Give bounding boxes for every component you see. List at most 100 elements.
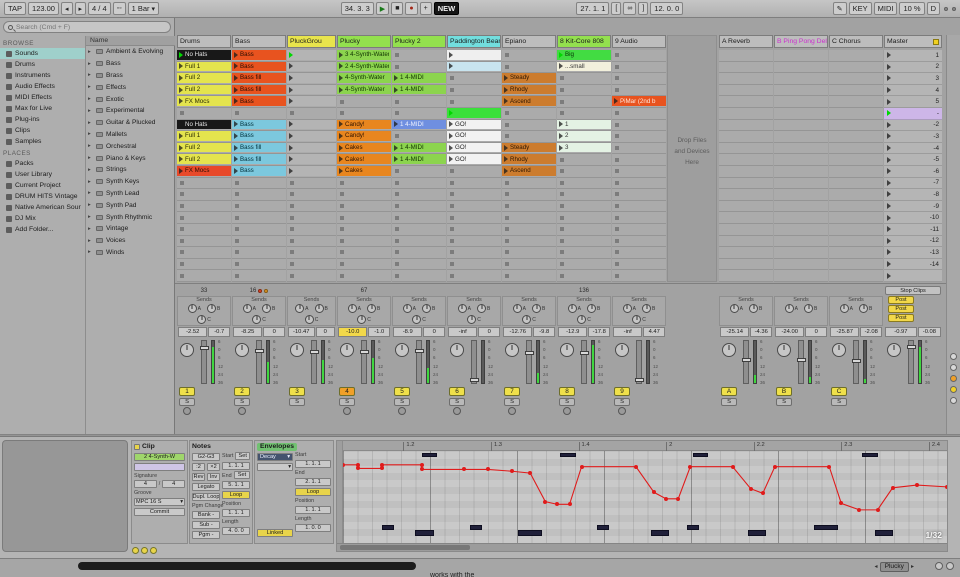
send-knob-icon[interactable] — [587, 304, 596, 313]
sub-bank-chooser[interactable]: Sub - — [192, 521, 220, 529]
clip-stop-button[interactable] — [450, 169, 454, 173]
clip-play-icon[interactable] — [234, 98, 238, 104]
clip-stop-button[interactable] — [560, 76, 564, 80]
clip-play-icon[interactable] — [394, 145, 398, 151]
clip[interactable]: Cakes! — [337, 154, 391, 164]
sidebar-item-samples[interactable]: Samples — [0, 136, 85, 147]
clip-play-icon[interactable] — [179, 98, 183, 104]
clip-slot[interactable] — [337, 178, 391, 190]
clip-play-icon[interactable] — [394, 87, 398, 93]
clip-slot[interactable] — [612, 131, 666, 143]
clip[interactable]: Steady — [502, 143, 556, 153]
expand-triangle-icon[interactable]: ▸ — [88, 143, 93, 149]
clip-slot[interactable] — [447, 247, 501, 259]
clip-slot[interactable] — [392, 62, 446, 74]
clip-play-icon[interactable] — [234, 133, 238, 139]
clip[interactable]: ...small — [557, 62, 611, 72]
clip[interactable]: 1 — [557, 120, 611, 130]
pan-knob[interactable] — [832, 343, 846, 357]
clip-slot[interactable] — [392, 224, 446, 236]
post-toggle[interactable]: Post — [888, 305, 914, 313]
volume-value[interactable]: -8.9 — [393, 327, 422, 337]
browser-folder-row[interactable]: ▸Synth Keys — [86, 176, 175, 188]
browser-folder-row[interactable]: ▸Effects — [86, 81, 175, 93]
browser-search[interactable] — [3, 21, 171, 33]
clip-slot[interactable] — [232, 178, 286, 190]
clip-slot[interactable] — [502, 224, 556, 236]
clip-slot[interactable]: GO! — [447, 120, 501, 132]
clip-play-icon[interactable] — [559, 133, 563, 139]
send-knob-icon[interactable] — [467, 315, 476, 324]
clip-slot[interactable] — [502, 236, 556, 248]
clip-stop-button[interactable] — [290, 239, 294, 243]
clip-play-icon[interactable] — [179, 145, 183, 151]
volume-fader[interactable] — [311, 340, 317, 384]
scene-play-icon[interactable] — [887, 215, 891, 221]
clip-slot[interactable] — [557, 259, 611, 271]
envelope-breakpoint[interactable] — [915, 483, 919, 487]
clip[interactable]: Candy! — [337, 131, 391, 141]
send-knob-icon[interactable] — [197, 315, 206, 324]
scene-play-icon[interactable] — [887, 145, 891, 151]
clip-stop-button[interactable] — [450, 239, 454, 243]
scene-play-icon[interactable] — [887, 238, 891, 244]
scene-slot[interactable]: 2 — [884, 62, 942, 74]
clip-play-icon[interactable] — [339, 63, 343, 69]
scene-slot[interactable]: 3 — [884, 73, 942, 85]
clip-stop-button[interactable] — [615, 250, 619, 254]
clip-slot[interactable]: Bass — [232, 50, 286, 62]
clip-slot[interactable] — [337, 96, 391, 108]
clip-stop-button[interactable] — [340, 111, 344, 115]
clip[interactable]: Bass fill — [232, 73, 286, 83]
volume-fader[interactable] — [416, 340, 422, 384]
clip[interactable]: Ascend — [502, 96, 556, 106]
send-knob-icon[interactable] — [577, 315, 586, 324]
clip-stop-button[interactable] — [560, 262, 564, 266]
track-header-b-ping-pong-delay[interactable]: B Ping Pong Delay — [774, 35, 828, 48]
clip-slot[interactable] — [287, 201, 336, 213]
clip-play-icon[interactable] — [559, 63, 563, 69]
clip-stop-button[interactable] — [340, 274, 344, 278]
clip-slot[interactable] — [502, 259, 556, 271]
clip-slot[interactable] — [392, 166, 446, 178]
send-knob-icon[interactable] — [477, 304, 486, 313]
send-knob-icon[interactable] — [458, 304, 467, 313]
clip-slot[interactable] — [502, 270, 556, 282]
clip-stop-button[interactable] — [340, 204, 344, 208]
places-item-packs[interactable]: Packs — [0, 158, 85, 169]
clip-slot[interactable] — [502, 50, 556, 62]
send-knob-a[interactable]: A — [513, 304, 526, 313]
clip-slot[interactable]: Rhody — [502, 154, 556, 166]
clip-stop-button[interactable] — [395, 169, 399, 173]
browser-folder-row[interactable]: ▸Exotic — [86, 93, 175, 105]
name-column-header[interactable]: Name — [86, 36, 175, 46]
pan-knob[interactable] — [722, 343, 736, 357]
envelope-breakpoint[interactable] — [420, 467, 424, 471]
clip-slot[interactable] — [502, 201, 556, 213]
clip-slot[interactable]: 1 4-MIDI — [392, 85, 446, 97]
midi-note[interactable] — [693, 453, 708, 458]
next-clip-icon[interactable]: ▸ — [911, 563, 914, 570]
clip-slot[interactable] — [612, 62, 666, 74]
pan-knob[interactable] — [450, 343, 464, 357]
clip[interactable]: No Hats — [177, 50, 231, 60]
clip-stop-button[interactable] — [560, 111, 564, 115]
clip-slot[interactable]: Bass — [232, 62, 286, 74]
volume-value[interactable]: -12.9 — [558, 327, 587, 337]
clip-stop-button[interactable] — [180, 216, 184, 220]
clip-play-icon[interactable] — [339, 121, 343, 127]
clip-slot[interactable]: Full 2 — [177, 154, 231, 166]
send-knob-c[interactable]: C — [357, 315, 371, 324]
clip-slot[interactable]: Full 2 — [177, 143, 231, 155]
tempo-display[interactable]: 123.00 — [28, 2, 59, 15]
clip-stop-button[interactable] — [290, 274, 294, 278]
fader-handle[interactable] — [635, 378, 644, 382]
clip-slot[interactable]: GO! — [447, 131, 501, 143]
clip[interactable]: 1 4-MIDI — [392, 143, 446, 153]
clip-slot[interactable]: Bass — [232, 120, 286, 132]
clip-slot[interactable] — [447, 85, 501, 97]
expand-triangle-icon[interactable]: ▸ — [88, 72, 93, 78]
clip-slot[interactable]: GO! — [447, 154, 501, 166]
solo-button[interactable]: S — [721, 398, 737, 406]
arrangement-position-display[interactable]: 34. 3. 3 — [341, 2, 374, 15]
